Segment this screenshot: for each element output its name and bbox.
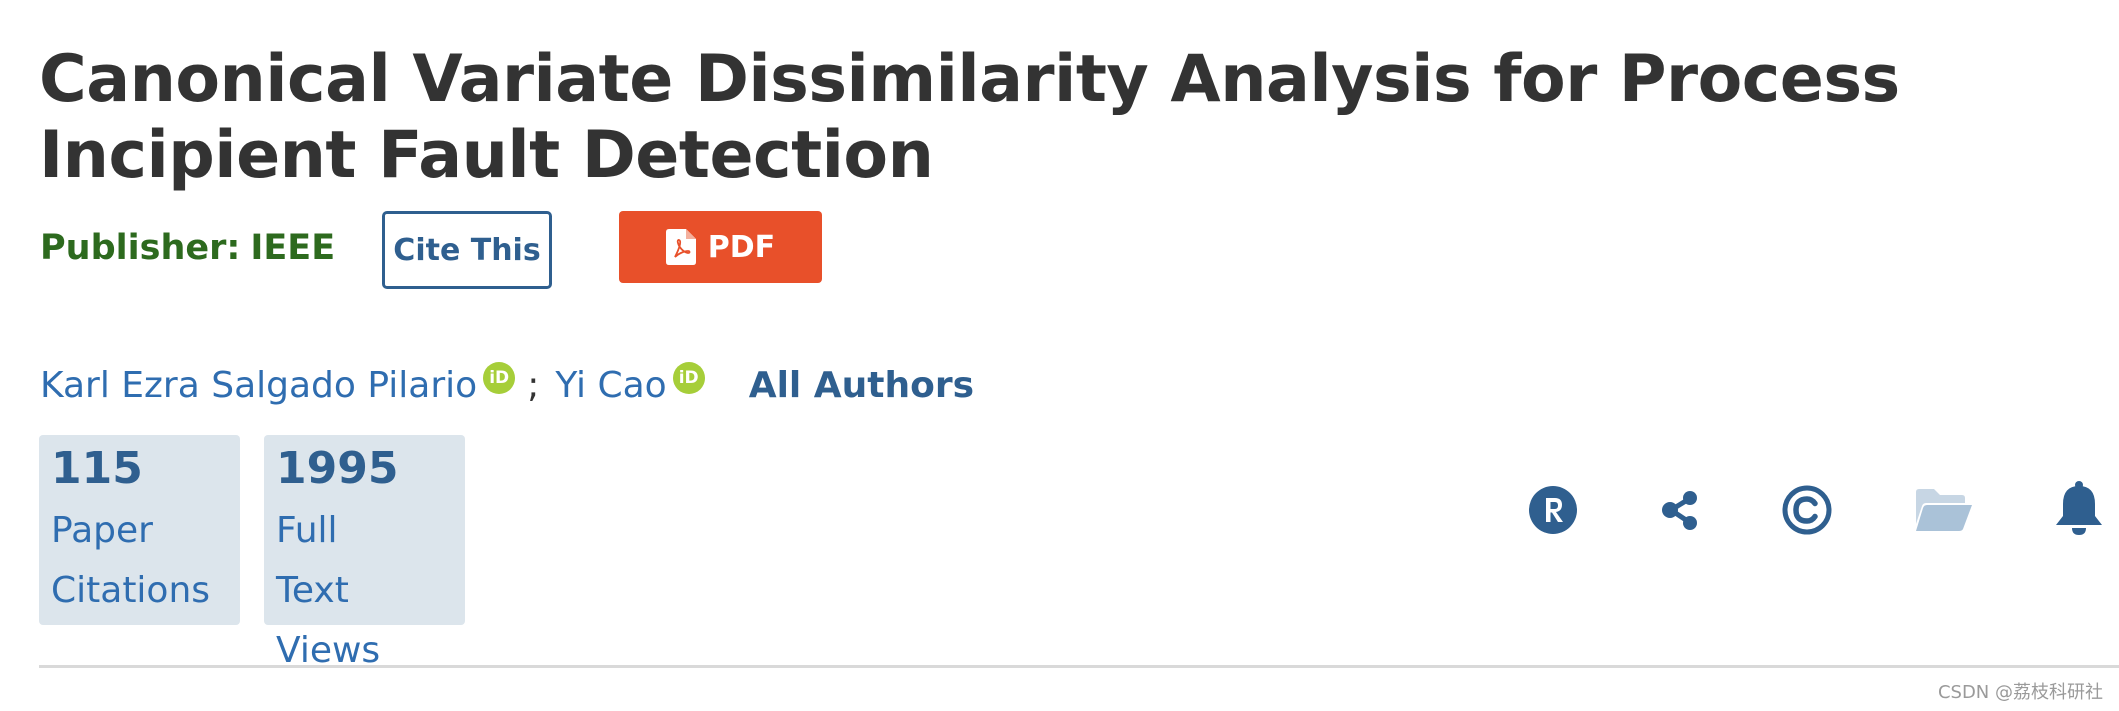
- cite-this-label: Cite This: [393, 232, 541, 268]
- metric-label-word: Citations: [51, 570, 211, 611]
- alert-bell-icon[interactable]: [2049, 480, 2109, 540]
- orcid-icon[interactable]: iD: [672, 362, 705, 394]
- metric-value: 1995: [276, 443, 399, 494]
- pdf-file-icon: [665, 229, 696, 265]
- publisher: Publisher: IEEE: [40, 228, 335, 268]
- cite-this-button[interactable]: Cite This: [382, 211, 552, 289]
- pdf-button[interactable]: PDF: [619, 211, 822, 283]
- folder-icon[interactable]: [1914, 480, 1974, 540]
- author-separator: ;: [527, 364, 540, 406]
- metric-label-word: Text: [276, 570, 349, 611]
- article-title: Canonical Variate Dissimilarity Analysis…: [39, 42, 1900, 193]
- all-authors-link[interactable]: All Authors: [749, 365, 974, 406]
- publisher-name: IEEE: [250, 228, 336, 268]
- author-link[interactable]: Yi Cao: [555, 365, 666, 406]
- watermark: CSDN @荔枝科研社: [1937, 682, 2103, 703]
- share-icon[interactable]: [1650, 480, 1710, 540]
- rights-icon[interactable]: [1523, 480, 1583, 540]
- section-divider: [39, 665, 2119, 668]
- full-text-views-metric[interactable]: 1995 Full Text Views: [264, 435, 465, 671]
- metric-label-word: Paper: [51, 510, 153, 551]
- pdf-label: PDF: [707, 229, 776, 265]
- copyright-icon[interactable]: [1777, 480, 1837, 540]
- metric-label-word: Full: [276, 510, 338, 551]
- author-list: Karl Ezra Salgado Pilario iD ; Yi Cao iD…: [40, 360, 974, 410]
- author-link[interactable]: Karl Ezra Salgado Pilario: [40, 365, 477, 406]
- metric-value: 115: [51, 443, 143, 494]
- paper-citations-metric[interactable]: 115 Paper Citations: [39, 435, 240, 625]
- metric-label-word: Views: [276, 630, 381, 671]
- publisher-label: Publisher:: [40, 228, 241, 268]
- orcid-icon[interactable]: iD: [483, 362, 516, 394]
